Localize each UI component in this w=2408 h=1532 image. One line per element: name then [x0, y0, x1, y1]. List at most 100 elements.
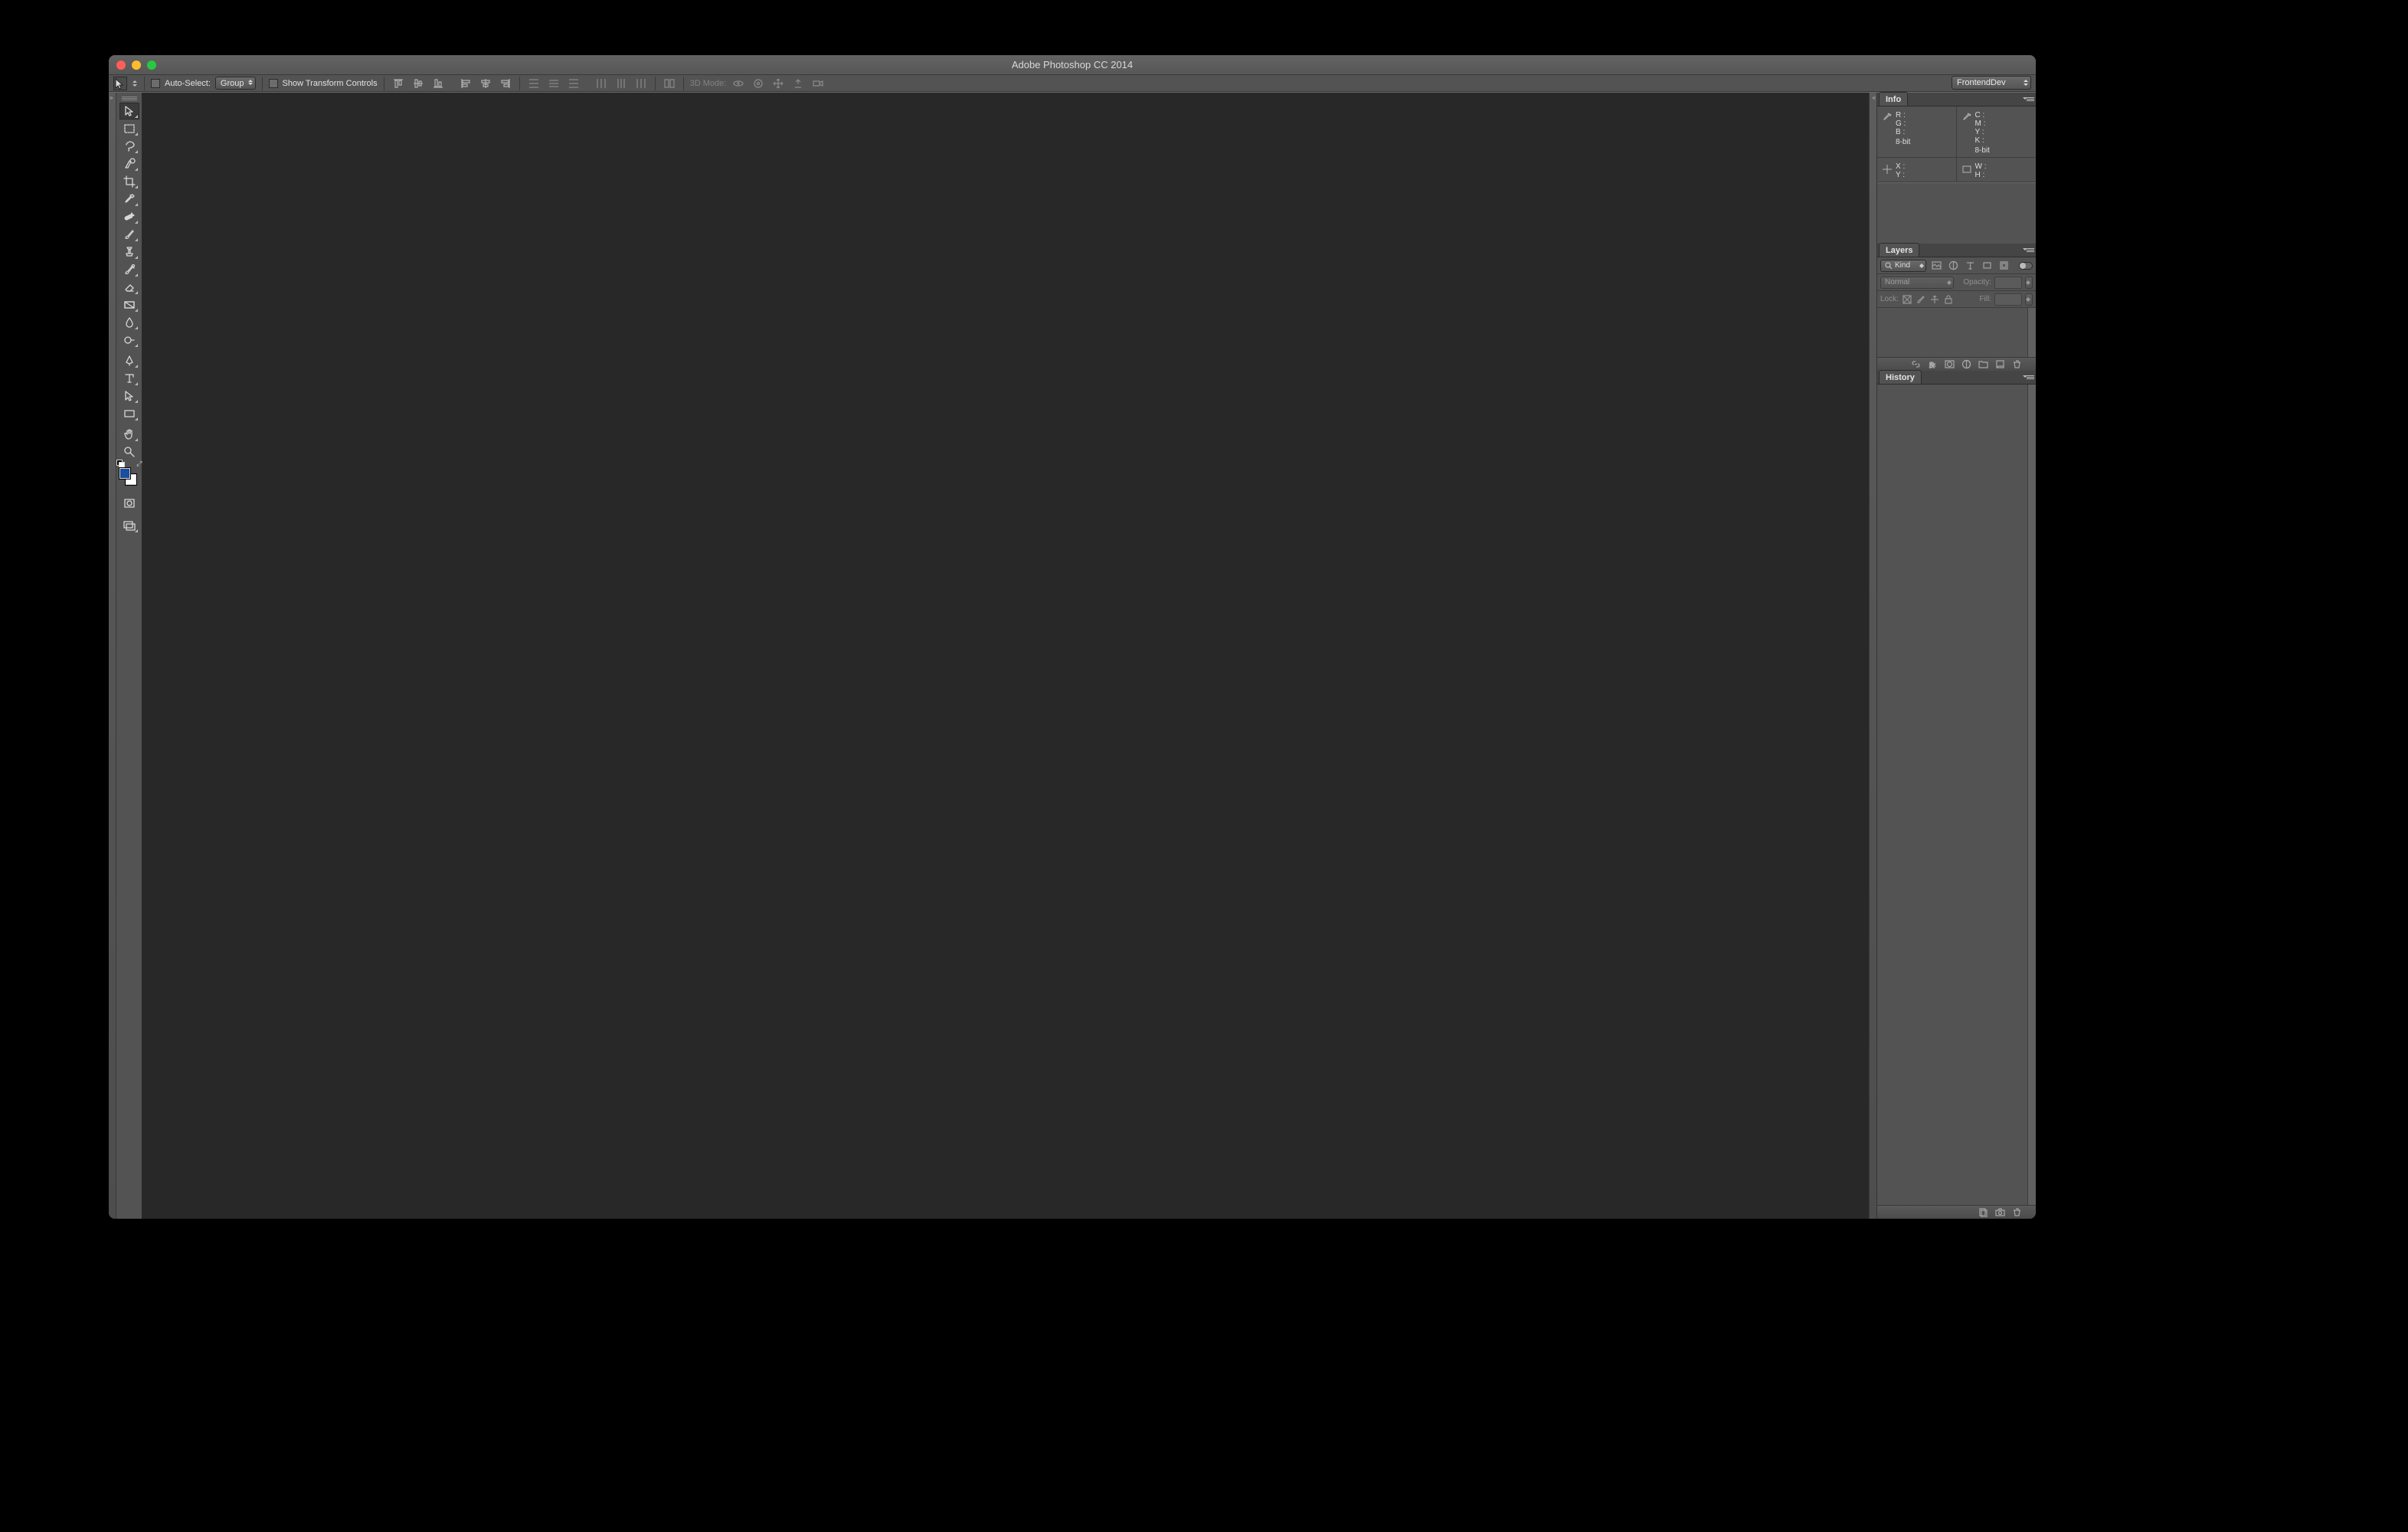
rectangle-tool[interactable] — [119, 405, 139, 422]
options-bar: Auto-Select: Group Show Transform Contro… — [109, 75, 2036, 92]
distribute-top-button[interactable] — [526, 77, 541, 90]
filter-pixel-icon[interactable] — [1929, 260, 1943, 272]
blur-tool[interactable] — [119, 314, 139, 331]
distribute-vcenter-button[interactable] — [546, 77, 561, 90]
lock-transparency-icon[interactable] — [1902, 294, 1912, 305]
canvas-area[interactable] — [142, 93, 1869, 1219]
new-layer-icon[interactable] — [1994, 359, 2005, 370]
layer-filter-toggle[interactable] — [2019, 262, 2033, 270]
info-tab[interactable]: Info — [1879, 92, 1908, 106]
workspace-select[interactable]: FrontendDev — [1952, 76, 2031, 90]
eyedropper-tool[interactable] — [119, 191, 139, 208]
spot-healing-brush-tool[interactable] — [119, 208, 139, 225]
filter-shape-icon[interactable] — [1980, 260, 1994, 272]
align-right-button[interactable] — [498, 77, 513, 90]
3d-pan-button[interactable] — [770, 77, 786, 90]
right-panel-strip[interactable]: « — [1869, 93, 1876, 1219]
quick-selection-tool[interactable] — [119, 155, 139, 172]
distribute-right-button[interactable] — [633, 77, 649, 90]
lock-position-icon[interactable] — [1929, 294, 1940, 305]
fill-field[interactable] — [1994, 293, 2022, 306]
history-panel[interactable] — [1877, 385, 2036, 1205]
distribute-bottom-button[interactable] — [566, 77, 581, 90]
layer-list[interactable] — [1877, 308, 2036, 357]
eyedropper-icon — [1882, 113, 1893, 123]
tool-preset-button[interactable] — [113, 77, 127, 90]
history-brush-tool[interactable] — [119, 261, 139, 278]
separator — [655, 77, 656, 90]
tool-preset-dropdown[interactable] — [132, 78, 138, 89]
layer-group-icon[interactable] — [1978, 359, 1988, 370]
default-colors-button[interactable] — [116, 460, 123, 466]
info-cmyk-bit: 8-bit — [1975, 146, 1990, 155]
swap-colors-button[interactable]: ⤢ — [136, 460, 142, 468]
separator — [262, 77, 263, 90]
layer-mask-icon[interactable] — [1944, 359, 1955, 370]
history-tab[interactable]: History — [1879, 370, 1922, 384]
show-transform-checkbox[interactable] — [269, 79, 278, 88]
delete-layer-icon[interactable] — [2011, 359, 2022, 370]
distribute-hcenter-button[interactable] — [613, 77, 629, 90]
opacity-label: Opacity: — [1963, 278, 1991, 286]
info-g-label: G : — [1896, 119, 1910, 128]
separator — [519, 77, 520, 90]
blend-mode-select[interactable]: Normal — [1880, 277, 1954, 289]
app-window: Adobe Photoshop CC 2014 Auto-Select: Gro… — [109, 55, 2036, 1219]
align-left-button[interactable] — [458, 77, 473, 90]
align-vcenter-button[interactable] — [411, 77, 426, 90]
zoom-tool[interactable] — [119, 444, 139, 460]
left-panel-strip[interactable]: » — [109, 93, 116, 1219]
screen-mode-button[interactable] — [119, 517, 139, 534]
filter-type-icon[interactable] — [1963, 260, 1977, 272]
foreground-color-swatch[interactable] — [119, 467, 131, 480]
layer-filter-kind-select[interactable]: Kind — [1880, 260, 1926, 272]
crop-tool[interactable] — [119, 173, 139, 190]
3d-orbit-button[interactable] — [731, 77, 746, 90]
layer-style-icon[interactable]: fx — [1927, 359, 1938, 370]
align-hcenter-button[interactable] — [478, 77, 493, 90]
align-top-button[interactable] — [391, 77, 406, 90]
auto-align-button[interactable] — [662, 77, 677, 90]
3d-camera-button[interactable] — [810, 77, 826, 90]
3d-slide-button[interactable] — [790, 77, 806, 90]
auto-select-checkbox[interactable] — [151, 79, 160, 88]
adjustment-layer-icon[interactable] — [1961, 359, 1971, 370]
layers-tab[interactable]: Layers — [1879, 243, 1919, 257]
gradient-tool[interactable] — [119, 296, 139, 313]
separator — [683, 77, 684, 90]
opacity-dropdown[interactable] — [2025, 277, 2033, 289]
quick-mask-button[interactable] — [119, 495, 139, 512]
fill-label: Fill: — [1979, 295, 1991, 303]
auto-select-target-select[interactable]: Group — [215, 77, 256, 90]
hand-tool[interactable] — [119, 426, 139, 443]
type-tool[interactable] — [119, 370, 139, 387]
brush-tool[interactable] — [119, 226, 139, 243]
align-bottom-button[interactable] — [430, 77, 446, 90]
filter-smart-icon[interactable] — [1997, 260, 2010, 272]
lasso-tool[interactable] — [119, 138, 139, 155]
history-panel-menu[interactable] — [2024, 372, 2034, 381]
fill-dropdown[interactable] — [2025, 293, 2033, 306]
lock-pixels-icon[interactable] — [1916, 294, 1926, 305]
distribute-left-button[interactable] — [594, 77, 609, 90]
toolbox-grip[interactable] — [119, 95, 139, 101]
pen-tool[interactable] — [119, 352, 139, 369]
eraser-tool[interactable] — [119, 279, 139, 296]
layers-panel-menu[interactable] — [2024, 245, 2034, 254]
separator — [144, 77, 145, 90]
snapshot-icon[interactable] — [1994, 1207, 2005, 1218]
link-layers-icon[interactable] — [1910, 359, 1921, 370]
lock-all-icon[interactable] — [1943, 294, 1954, 305]
delete-state-icon[interactable] — [2011, 1207, 2022, 1218]
clone-stamp-tool[interactable] — [119, 244, 139, 260]
create-document-from-state-icon[interactable] — [1978, 1207, 1988, 1218]
filter-adjustment-icon[interactable] — [1946, 260, 1960, 272]
3d-roll-button[interactable] — [751, 77, 766, 90]
move-tool[interactable] — [119, 103, 139, 119]
opacity-field[interactable] — [1994, 277, 2022, 289]
rectangular-marquee-tool[interactable] — [119, 120, 139, 137]
path-selection-tool[interactable] — [119, 388, 139, 404]
dodge-tool[interactable] — [119, 332, 139, 349]
info-panel-menu[interactable] — [2024, 94, 2034, 103]
info-hint-area — [1877, 182, 2036, 244]
